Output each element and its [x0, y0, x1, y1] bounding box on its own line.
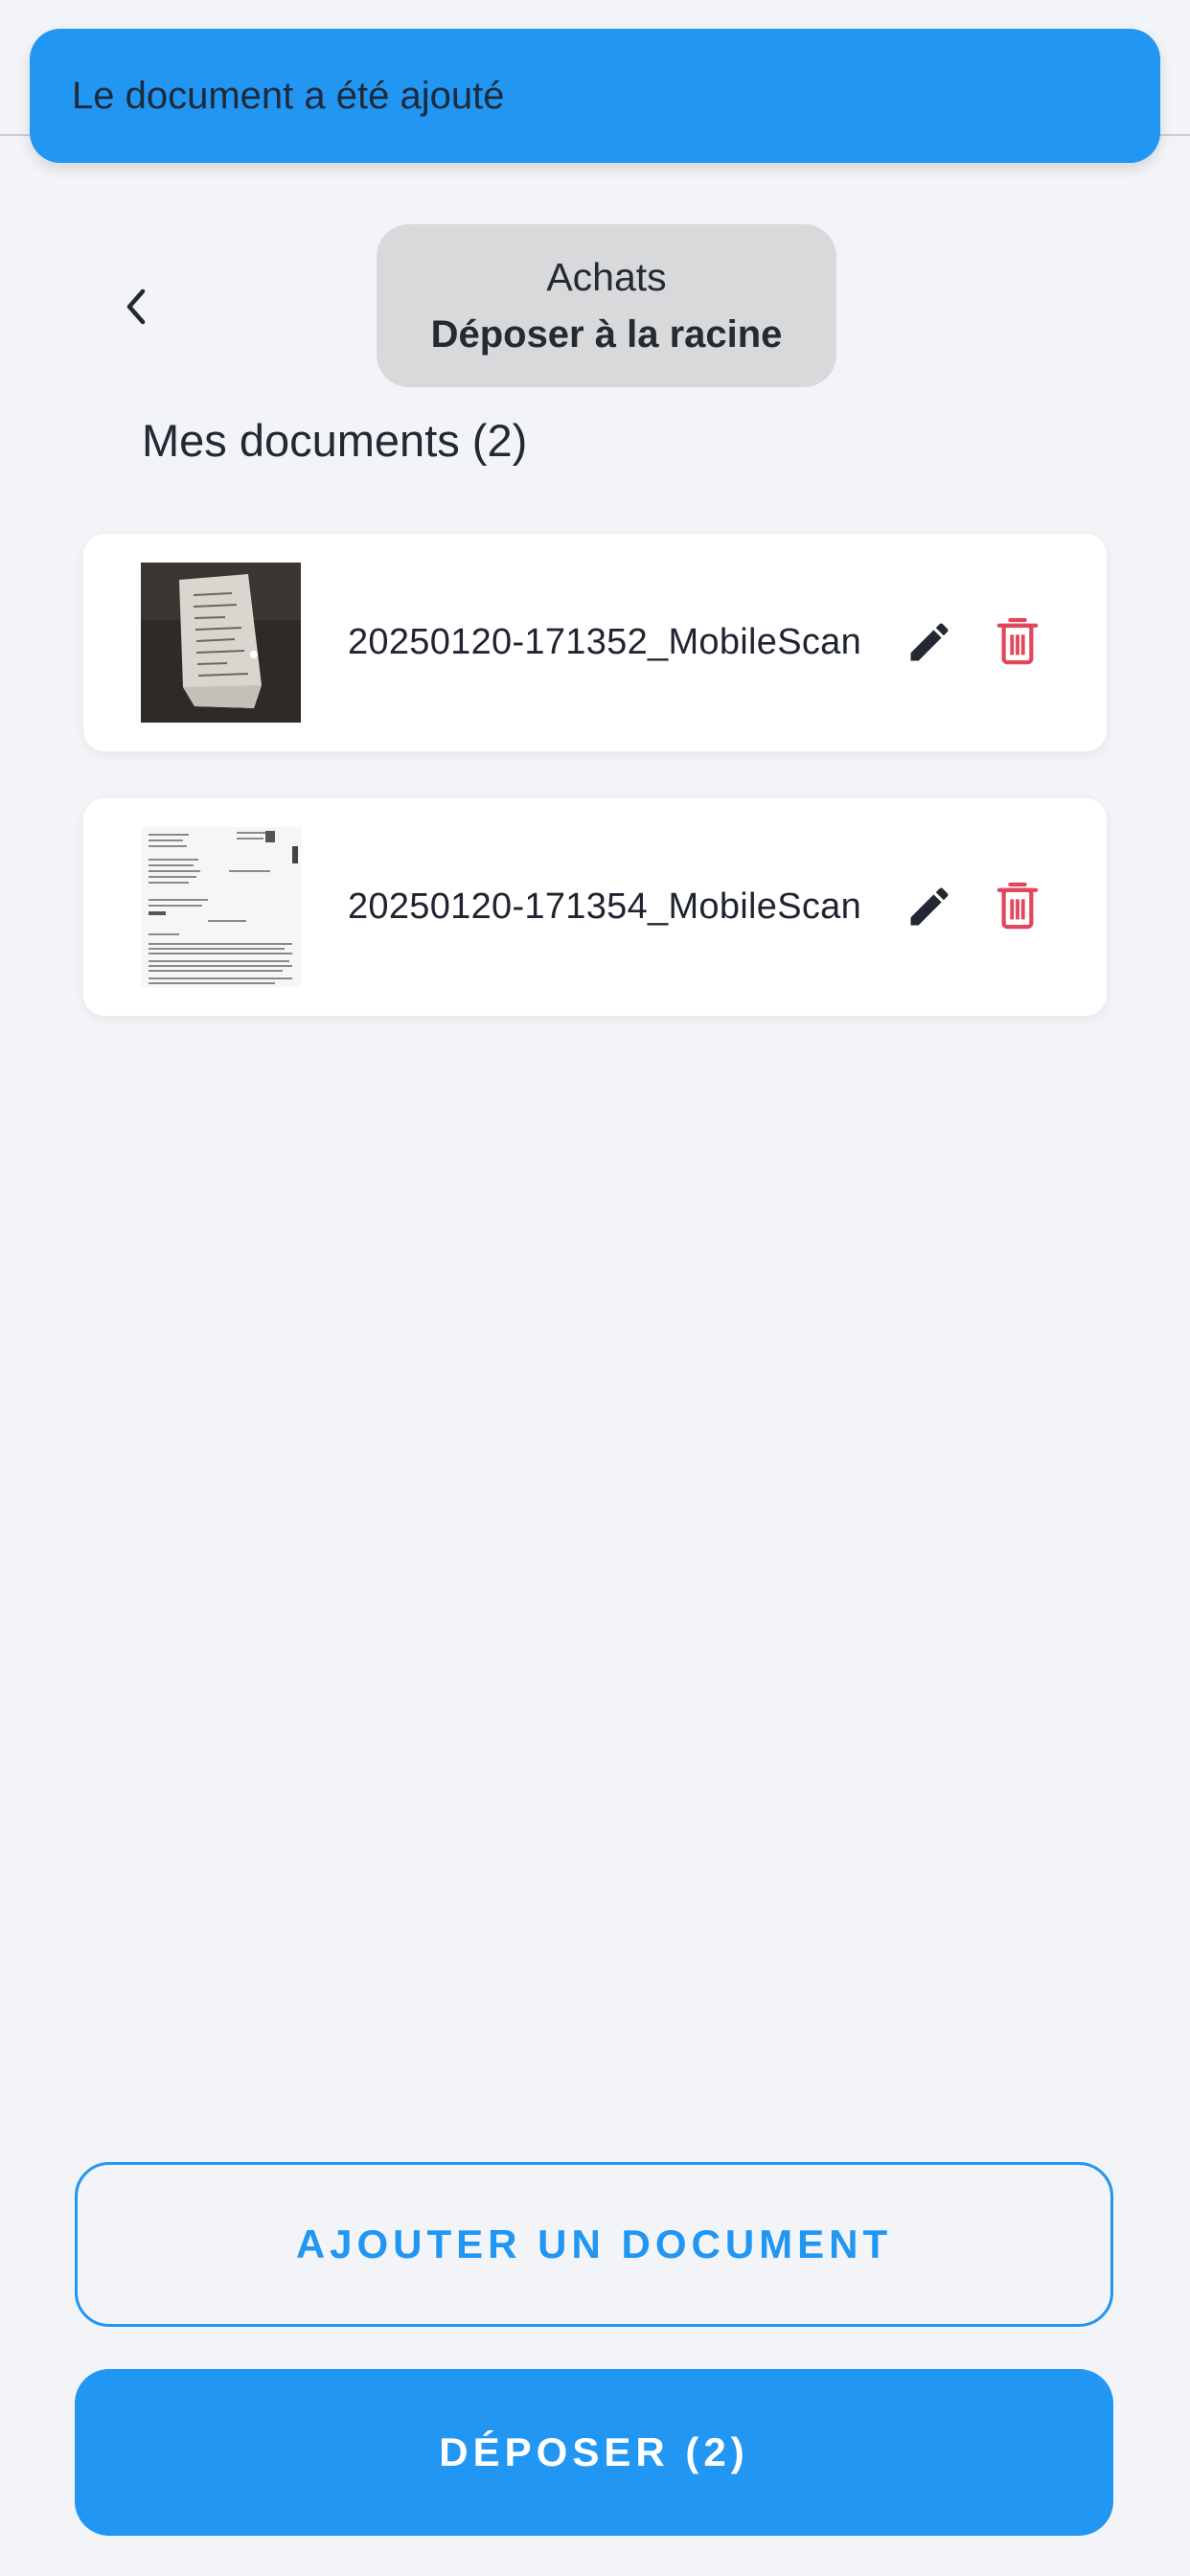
folder-name: Achats	[546, 255, 667, 299]
document-thumbnail[interactable]	[141, 827, 301, 987]
toast-message: Le document a été ajouté	[72, 74, 505, 117]
trash-icon	[996, 617, 1039, 665]
document-thumbnail[interactable]	[141, 563, 301, 723]
delete-document-button[interactable]	[986, 875, 1049, 938]
trash-icon	[996, 882, 1039, 930]
add-document-button[interactable]: AJOUTER UN DOCUMENT	[75, 2162, 1113, 2327]
pencil-icon	[910, 623, 949, 661]
receipt-photo-thumbnail	[141, 563, 301, 723]
back-button[interactable]	[105, 268, 167, 345]
pencil-icon	[910, 887, 949, 926]
document-name: 20250120-171352_MobileScan	[348, 622, 862, 662]
chevron-left-icon	[126, 288, 146, 325]
document-card: 20250120-171354_MobileScan	[83, 798, 1107, 1016]
letter-scan-thumbnail	[141, 827, 301, 987]
edit-document-button[interactable]	[898, 610, 961, 674]
document-name: 20250120-171354_MobileScan	[348, 886, 862, 927]
document-card: 20250120-171352_MobileScan	[83, 534, 1107, 751]
submit-documents-button[interactable]: DÉPOSER (2)	[75, 2369, 1113, 2536]
delete-document-button[interactable]	[986, 610, 1049, 674]
toast-notification: Le document a été ajouté	[30, 29, 1160, 163]
documents-title: Mes documents (2)	[142, 415, 528, 466]
edit-document-button[interactable]	[898, 875, 961, 938]
folder-action: Déposer à la racine	[430, 313, 783, 356]
destination-folder-chip[interactable]: Achats Déposer à la racine	[377, 224, 836, 387]
